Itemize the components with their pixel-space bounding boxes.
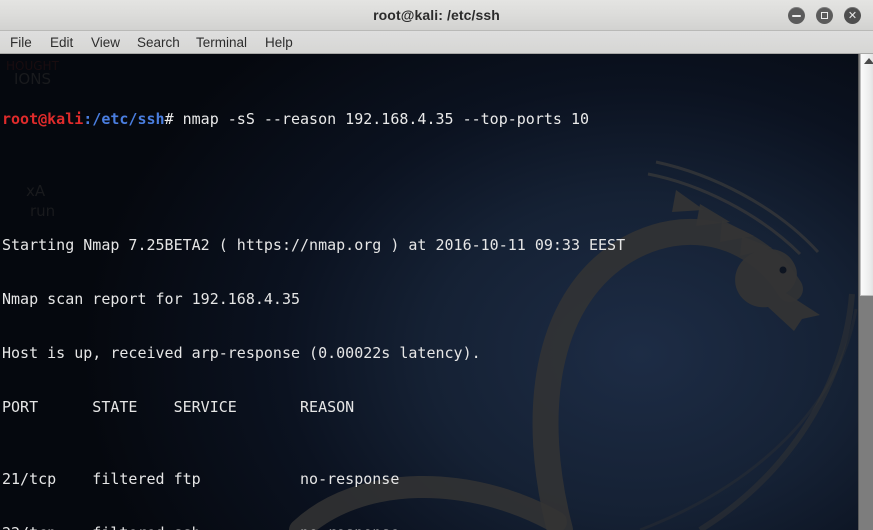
prompt-sigil: # [164,110,183,128]
terminal-line-prompt-command: root@kali:/etc/ssh# nmap -sS --reason 19… [2,110,858,128]
terminal-line-host-up: Host is up, received arp-response (0.000… [2,344,481,362]
terminal-command: nmap -sS --reason 192.168.4.35 --top-por… [182,110,590,128]
menu-item-view[interactable]: View [85,33,126,52]
minimize-icon [792,15,801,17]
menu-bar: File Edit View Search Terminal Help [0,31,873,54]
menu-item-edit[interactable]: Edit [44,33,79,52]
minimize-button[interactable] [788,7,805,24]
menu-item-terminal[interactable]: Terminal [190,33,253,52]
close-button[interactable]: ✕ [844,7,861,24]
window-titlebar[interactable]: root@kali: /etc/ssh ✕ [0,0,873,31]
menu-item-help[interactable]: Help [259,33,299,52]
window-title: root@kali: /etc/ssh [373,7,500,23]
terminal-body[interactable]: IONS xA run HOUGHT root@kali:/etc/ssh# n… [0,54,858,530]
table-row: 22/tcp filtered ssh no-response [2,524,858,530]
scroll-up-arrow-icon[interactable] [864,58,873,64]
close-icon: ✕ [847,9,858,22]
terminal-line-starting: Starting Nmap 7.25BETA2 ( https://nmap.o… [2,236,626,254]
scrollbar-thumb[interactable] [860,54,873,296]
maximize-button[interactable] [816,7,833,24]
menu-item-search[interactable]: Search [131,33,186,52]
menu-item-file[interactable]: File [4,33,38,52]
maximize-icon [821,12,828,19]
terminal-screen[interactable]: root@kali:/etc/ssh# nmap -sS --reason 19… [0,54,858,530]
prompt-path: :/etc/ssh [83,110,165,128]
terminal-line-blank-1 [2,182,858,200]
terminal-table-header: PORT STATE SERVICE REASON [2,398,355,416]
table-row: 21/tcp filtered ftp no-response [2,470,400,488]
terminal-line-scan-report: Nmap scan report for 192.168.4.35 [2,290,301,308]
terminal-window: root@kali: /etc/ssh ✕ File Edit View Sea… [0,0,873,530]
terminal-scrollbar[interactable] [858,54,873,530]
prompt-user-host: root@kali [2,110,84,128]
